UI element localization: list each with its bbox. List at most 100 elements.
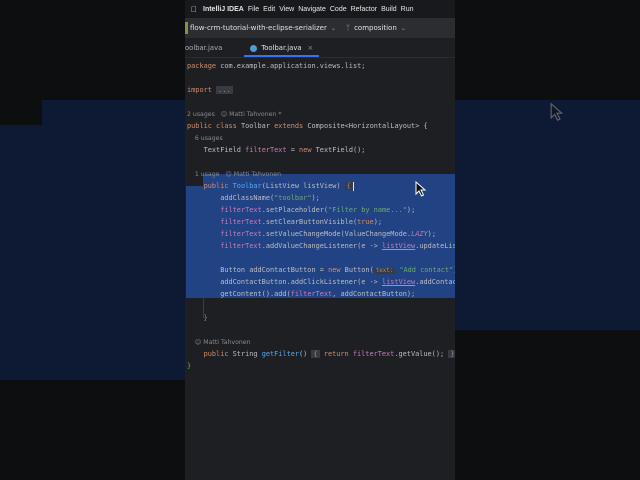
code-token: LAZY xyxy=(411,230,428,238)
code-line: public Toolbar(ListView listView) { xyxy=(187,180,354,192)
code-token: listView xyxy=(381,278,416,286)
code-token: true xyxy=(357,218,374,226)
code-token: = xyxy=(286,146,300,154)
code-token: String xyxy=(232,350,262,358)
editor-tabs: oolbar.java Toolbar.java × xyxy=(185,38,455,58)
code-line: } xyxy=(187,360,191,372)
inlay-hint[interactable]: 1 usage xyxy=(187,171,225,178)
menu-bar:  IntelliJ IDEA File Edit View Navigate … xyxy=(185,0,455,18)
project-selector[interactable]: flow-crm-tutorial-with-eclipse-serialize… xyxy=(190,24,327,32)
code-token: Button addContactButton = xyxy=(187,266,329,274)
menu-view[interactable]: View xyxy=(279,6,294,13)
menu-code[interactable]: Code xyxy=(330,6,347,13)
code-line: 6 usages xyxy=(187,132,223,144)
code-line: ☺ Matti Tahvonen xyxy=(187,336,251,348)
branch-selector[interactable]: composition xyxy=(354,24,397,32)
menu-app-name[interactable]: IntelliJ IDEA xyxy=(203,6,244,13)
code-token: { xyxy=(344,182,353,190)
tab-label: Toolbar.java xyxy=(261,44,302,52)
code-token: import xyxy=(187,86,217,94)
code-token: getFilter xyxy=(261,350,300,358)
code-token: , addContactButton); xyxy=(332,290,416,298)
code-token: return xyxy=(319,350,353,358)
menu-build[interactable]: Build xyxy=(381,6,397,13)
code-token: filterText xyxy=(220,206,262,214)
inlay-hint[interactable]: 2 usages xyxy=(187,111,221,118)
background-mouse-cursor-icon xyxy=(550,102,564,121)
code-token: ); xyxy=(311,194,320,202)
code-token: new xyxy=(299,146,316,154)
code-token: getContent().add( xyxy=(187,290,291,298)
code-token: Composite<HorizontalLayout> { xyxy=(307,122,428,130)
background-selection xyxy=(455,100,640,330)
project-color-marker xyxy=(185,22,188,34)
java-class-icon xyxy=(250,44,258,52)
code-token: } xyxy=(187,314,208,322)
code-token: .updateList()); xyxy=(415,242,455,250)
tab-toolbar-java-other[interactable]: oolbar.java xyxy=(185,44,230,57)
code-token: package xyxy=(187,62,217,70)
code-token: } xyxy=(448,350,455,358)
code-token: filterText xyxy=(352,350,395,358)
code-token: public xyxy=(187,350,233,358)
code-line: public String getFilter() { return filte… xyxy=(187,348,455,360)
inlay-hint[interactable]: ☺ Matti Tahvonen xyxy=(187,339,251,346)
code-token: Button( xyxy=(344,266,374,274)
code-token: .setPlaceholder( xyxy=(261,206,329,214)
code-line: Button addContactButton = new Button(tex… xyxy=(187,264,455,276)
code-token: (ListView listView) xyxy=(261,182,345,190)
code-token: filterText xyxy=(220,230,262,238)
code-line: import ... xyxy=(187,84,233,96)
inlay-hint[interactable]: ☺ Matti Tahvonen * xyxy=(221,111,282,118)
code-token: } xyxy=(187,362,192,370)
code-token: addClassName( xyxy=(187,194,275,202)
code-token: filterText xyxy=(245,146,287,154)
code-token: ... xyxy=(216,86,233,94)
code-token: .setClearButtonVisible( xyxy=(261,218,358,226)
code-token: TextField xyxy=(187,146,246,154)
code-line: filterText.addValueChangeListener(e -> l… xyxy=(187,240,455,252)
tab-toolbar-java[interactable]: Toolbar.java × xyxy=(244,44,320,57)
code-token: new xyxy=(328,266,345,274)
menu-run[interactable]: Run xyxy=(401,6,414,13)
code-line: filterText.setClearButtonVisible(true); xyxy=(187,216,382,228)
menu-refactor[interactable]: Refactor xyxy=(351,6,377,13)
code-line: TextField filterText = new TextField(); xyxy=(187,144,366,156)
code-token: { xyxy=(311,350,320,358)
menu-edit[interactable]: Edit xyxy=(263,6,275,13)
code-line: addContactButton.addClickListener(e -> l… xyxy=(187,276,455,288)
chevron-down-icon[interactable]: ⌄ xyxy=(331,25,336,32)
background-selection xyxy=(42,100,185,126)
code-token: "toolbar" xyxy=(274,194,312,202)
code-token: extends xyxy=(274,122,308,130)
inlay-hint[interactable]: ☺ Matti Tahvonen xyxy=(225,171,281,178)
branch-icon: ᛉ xyxy=(345,24,351,32)
menu-navigate[interactable]: Navigate xyxy=(298,6,326,13)
apple-icon[interactable]:  xyxy=(191,5,197,14)
code-line: 2 usages ☺ Matti Tahvonen * xyxy=(187,108,281,120)
code-line: } xyxy=(187,312,208,324)
code-token: public class xyxy=(187,122,241,130)
project-bar: flow-crm-tutorial-with-eclipse-serialize… xyxy=(185,18,455,38)
code-token: ); xyxy=(373,218,383,226)
inlay-hint[interactable]: 6 usages xyxy=(187,135,223,142)
code-token: .setValueChangeMode(ValueChangeMode. xyxy=(261,230,412,238)
chevron-down-icon[interactable]: ⌄ xyxy=(401,25,406,32)
menu-file[interactable]: File xyxy=(248,6,259,13)
code-token: .getValue(); xyxy=(394,350,449,358)
code-token: filterText xyxy=(220,218,262,226)
code-token: () xyxy=(299,350,312,358)
code-line: filterText.setPlaceholder("Filter by nam… xyxy=(187,204,415,216)
ide-window:  IntelliJ IDEA File Edit View Navigate … xyxy=(185,0,455,480)
code-line: filterText.setValueChangeMode(ValueChang… xyxy=(187,228,436,240)
code-token: .addValueChangeListener(e -> xyxy=(261,242,383,250)
code-token: text: xyxy=(373,268,396,274)
close-tab-icon[interactable]: × xyxy=(308,44,314,52)
code-token: .addContact()); xyxy=(415,278,455,286)
code-token: com.example.application.views.list; xyxy=(216,62,366,70)
text-caret xyxy=(352,181,354,191)
code-line: getContent().add(filterText, addContactB… xyxy=(187,288,415,300)
